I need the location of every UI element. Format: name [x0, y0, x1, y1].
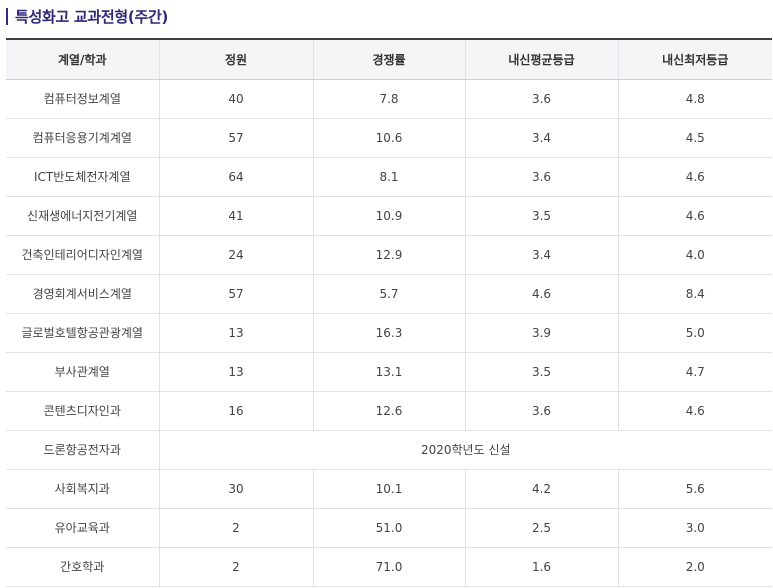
- section-title-bar: [6, 7, 8, 25]
- cell-quota: 64: [158, 157, 313, 197]
- cell-department: 신재생에너지전기계열: [6, 196, 159, 236]
- cell-competition-rate: 71.0: [312, 547, 465, 587]
- cell-department: 부사관계열: [6, 352, 159, 392]
- section-title: 특성화고 교과전형(주간): [15, 7, 169, 26]
- header-quota: 정원: [158, 38, 313, 80]
- table-header-row: 계열/학과 정원 경쟁률 내신평균등급 내신최저등급: [6, 38, 772, 80]
- cell-competition-rate: 16.3: [312, 313, 465, 353]
- cell-department: 사회복지과: [6, 469, 159, 509]
- cell-quota: 13: [158, 352, 313, 392]
- cell-minimum-grade: 4.8: [617, 79, 772, 119]
- table-row: 글로벌호텔항공관광계열 13 16.3 3.9 5.0: [6, 313, 772, 353]
- cell-competition-rate: 13.1: [312, 352, 465, 392]
- cell-competition-rate: 8.1: [312, 157, 465, 197]
- cell-average-grade: 3.6: [464, 391, 618, 431]
- admission-results-table: 계열/학과 정원 경쟁률 내신평균등급 내신최저등급 컴퓨터정보계열 40 7.…: [6, 38, 772, 587]
- cell-quota: 41: [158, 196, 313, 236]
- cell-minimum-grade: 4.7: [617, 352, 772, 392]
- cell-quota: 57: [158, 118, 313, 158]
- table-row: 간호학과 2 71.0 1.6 2.0: [6, 547, 772, 587]
- cell-minimum-grade: 4.6: [617, 196, 772, 236]
- cell-department: 드론항공전자과: [6, 430, 159, 470]
- cell-competition-rate: 12.9: [312, 235, 465, 275]
- table-row: ICT반도체전자계열 64 8.1 3.6 4.6: [6, 157, 772, 197]
- cell-minimum-grade: 5.6: [617, 469, 772, 509]
- cell-average-grade: 3.6: [464, 79, 618, 119]
- cell-department: 간호학과: [6, 547, 159, 587]
- table-row: 경영회계서비스계열 57 5.7 4.6 8.4: [6, 274, 772, 314]
- cell-competition-rate: 10.1: [312, 469, 465, 509]
- table-row: 컴퓨터정보계열 40 7.8 3.6 4.8: [6, 79, 772, 119]
- header-minimum-grade: 내신최저등급: [617, 38, 772, 80]
- table-row: 유아교육과 2 51.0 2.5 3.0: [6, 508, 772, 548]
- header-department: 계열/학과: [6, 38, 159, 80]
- cell-competition-rate: 10.9: [312, 196, 465, 236]
- cell-department: ICT반도체전자계열: [6, 157, 159, 197]
- cell-competition-rate: 7.8: [312, 79, 465, 119]
- cell-department: 컴퓨터정보계열: [6, 79, 159, 119]
- cell-quota: 40: [158, 79, 313, 119]
- cell-average-grade: 3.9: [464, 313, 618, 353]
- cell-minimum-grade: 3.0: [617, 508, 772, 548]
- cell-quota: 24: [158, 235, 313, 275]
- cell-quota: 13: [158, 313, 313, 353]
- cell-average-grade: 1.6: [464, 547, 618, 587]
- table-row: 건축인테리어디자인계열 24 12.9 3.4 4.0: [6, 235, 772, 275]
- cell-average-grade: 3.5: [464, 352, 618, 392]
- cell-quota: 30: [158, 469, 313, 509]
- cell-minimum-grade: 4.0: [617, 235, 772, 275]
- header-average-grade: 내신평균등급: [464, 38, 618, 80]
- cell-average-grade: 3.5: [464, 196, 618, 236]
- header-competition-rate: 경쟁률: [312, 38, 465, 80]
- cell-average-grade: 4.2: [464, 469, 618, 509]
- cell-new-department-note: 2020학년도 신설: [158, 430, 772, 470]
- cell-minimum-grade: 2.0: [617, 547, 772, 587]
- cell-quota: 16: [158, 391, 313, 431]
- cell-average-grade: 3.4: [464, 235, 618, 275]
- cell-average-grade: 4.6: [464, 274, 618, 314]
- table-row: 콘텐츠디자인과 16 12.6 3.6 4.6: [6, 391, 772, 431]
- cell-average-grade: 3.6: [464, 157, 618, 197]
- cell-department: 콘텐츠디자인과: [6, 391, 159, 431]
- cell-minimum-grade: 4.6: [617, 157, 772, 197]
- cell-average-grade: 3.4: [464, 118, 618, 158]
- table-row: 컴퓨터응용기계계열 57 10.6 3.4 4.5: [6, 118, 772, 158]
- cell-department: 유아교육과: [6, 508, 159, 548]
- section-header: 특성화고 교과전형(주간): [6, 4, 168, 28]
- cell-competition-rate: 12.6: [312, 391, 465, 431]
- cell-department: 컴퓨터응용기계계열: [6, 118, 159, 158]
- cell-department: 경영회계서비스계열: [6, 274, 159, 314]
- cell-quota: 2: [158, 508, 313, 548]
- cell-quota: 2: [158, 547, 313, 587]
- cell-quota: 57: [158, 274, 313, 314]
- table-row: 사회복지과 30 10.1 4.2 5.6: [6, 469, 772, 509]
- cell-average-grade: 2.5: [464, 508, 618, 548]
- cell-department: 글로벌호텔항공관광계열: [6, 313, 159, 353]
- cell-department: 건축인테리어디자인계열: [6, 235, 159, 275]
- cell-minimum-grade: 5.0: [617, 313, 772, 353]
- cell-competition-rate: 5.7: [312, 274, 465, 314]
- cell-minimum-grade: 4.6: [617, 391, 772, 431]
- cell-minimum-grade: 8.4: [617, 274, 772, 314]
- cell-competition-rate: 51.0: [312, 508, 465, 548]
- table-row: 신재생에너지전기계열 41 10.9 3.5 4.6: [6, 196, 772, 236]
- cell-minimum-grade: 4.5: [617, 118, 772, 158]
- table-row: 부사관계열 13 13.1 3.5 4.7: [6, 352, 772, 392]
- table-row: 드론항공전자과 2020학년도 신설: [6, 430, 772, 470]
- cell-competition-rate: 10.6: [312, 118, 465, 158]
